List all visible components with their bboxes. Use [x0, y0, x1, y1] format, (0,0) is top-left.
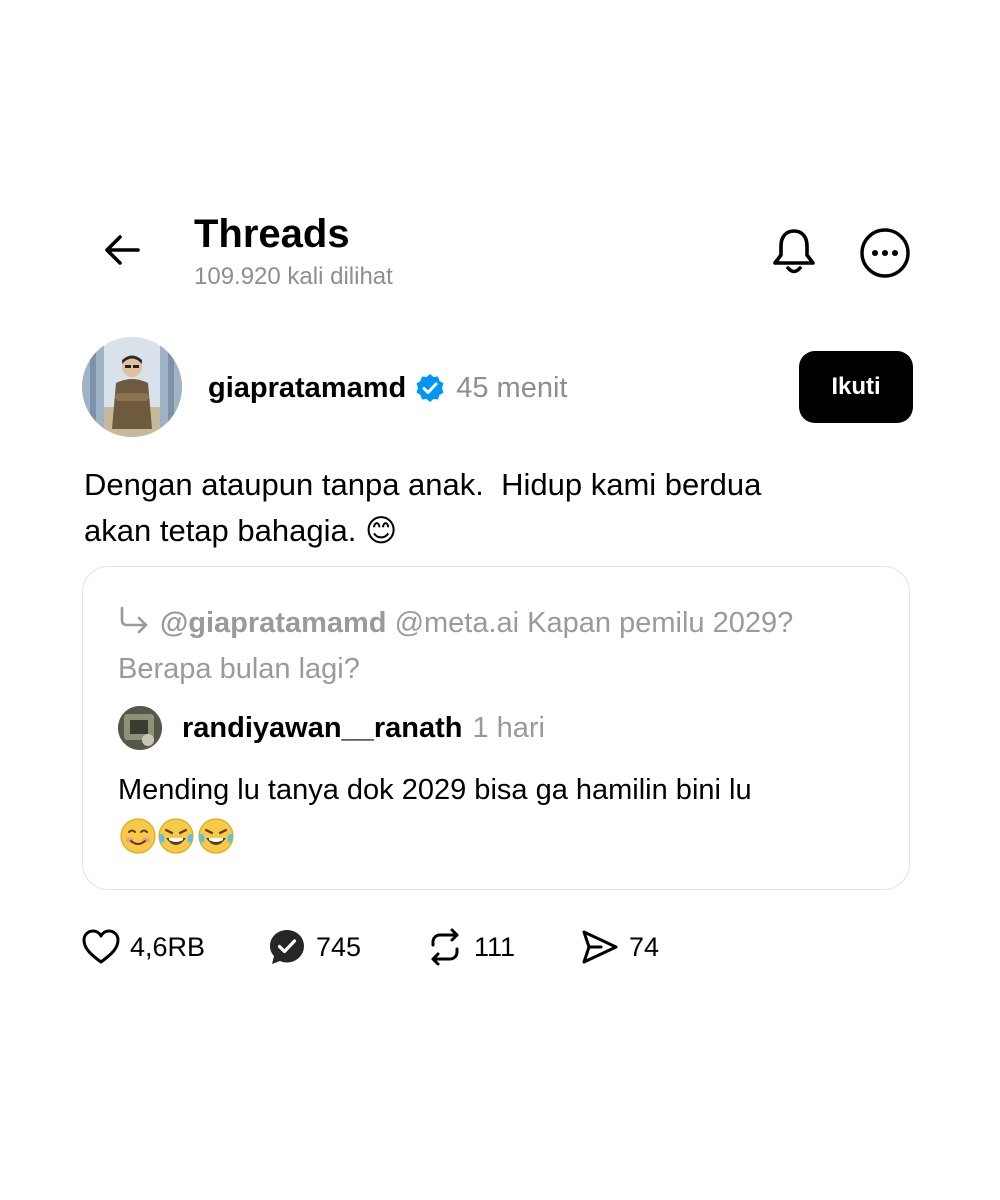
reply-context-handle[interactable]: @giapratamamd: [160, 607, 387, 639]
quoted-post-text: Mending lu tanya dok 2029 bisa ga hamili…: [118, 774, 752, 806]
reply-count: 745: [316, 932, 362, 962]
author-username[interactable]: giapratamamd: [208, 368, 406, 408]
emoji-row-icon: [120, 818, 234, 854]
verified-badge-icon: [416, 374, 444, 402]
share-count: 74: [629, 932, 660, 962]
repost-count: 111: [474, 932, 516, 962]
like-button[interactable]: 4,6RB: [80, 926, 266, 968]
quoted-post-emojis: [118, 816, 238, 856]
quoted-author-avatar[interactable]: [118, 706, 162, 750]
back-arrow-icon[interactable]: [100, 228, 144, 272]
page-title: Threads: [194, 212, 350, 256]
author-avatar[interactable]: [82, 337, 182, 437]
reply-context: @giapratamamd @meta.ai Kapan pemilu 2029…: [118, 600, 878, 692]
author-line: giapratamamd 45 menit: [208, 366, 567, 410]
heart-icon: [82, 929, 120, 964]
view-count: 109.920 kali dilihat: [194, 263, 393, 290]
post-text: Dengan ataupun tanpa anak. Hidup kami be…: [84, 467, 762, 548]
quoted-avatar-photo: [118, 706, 162, 750]
quoted-author-line: randiyawan__ranath 1 hari: [182, 708, 545, 748]
reply-button[interactable]: 745: [266, 926, 424, 968]
repost-icon: [431, 928, 459, 966]
like-count: 4,6RB: [130, 932, 206, 962]
share-button[interactable]: 74: [579, 926, 659, 968]
follow-button[interactable]: Ikuti: [799, 351, 913, 423]
quoted-post-age: 1 hari: [472, 712, 545, 744]
send-icon: [582, 930, 618, 964]
more-options-icon[interactable]: [858, 226, 912, 280]
action-bar: 4,6RB 745 111 74: [80, 922, 659, 972]
comment-icon: [270, 930, 304, 964]
bell-icon[interactable]: [767, 224, 821, 278]
post-age: 45 menit: [456, 372, 568, 404]
repost-button[interactable]: 111: [424, 926, 579, 968]
avatar-photo: [82, 337, 182, 437]
quoted-author-username[interactable]: randiyawan__ranath: [182, 708, 462, 748]
